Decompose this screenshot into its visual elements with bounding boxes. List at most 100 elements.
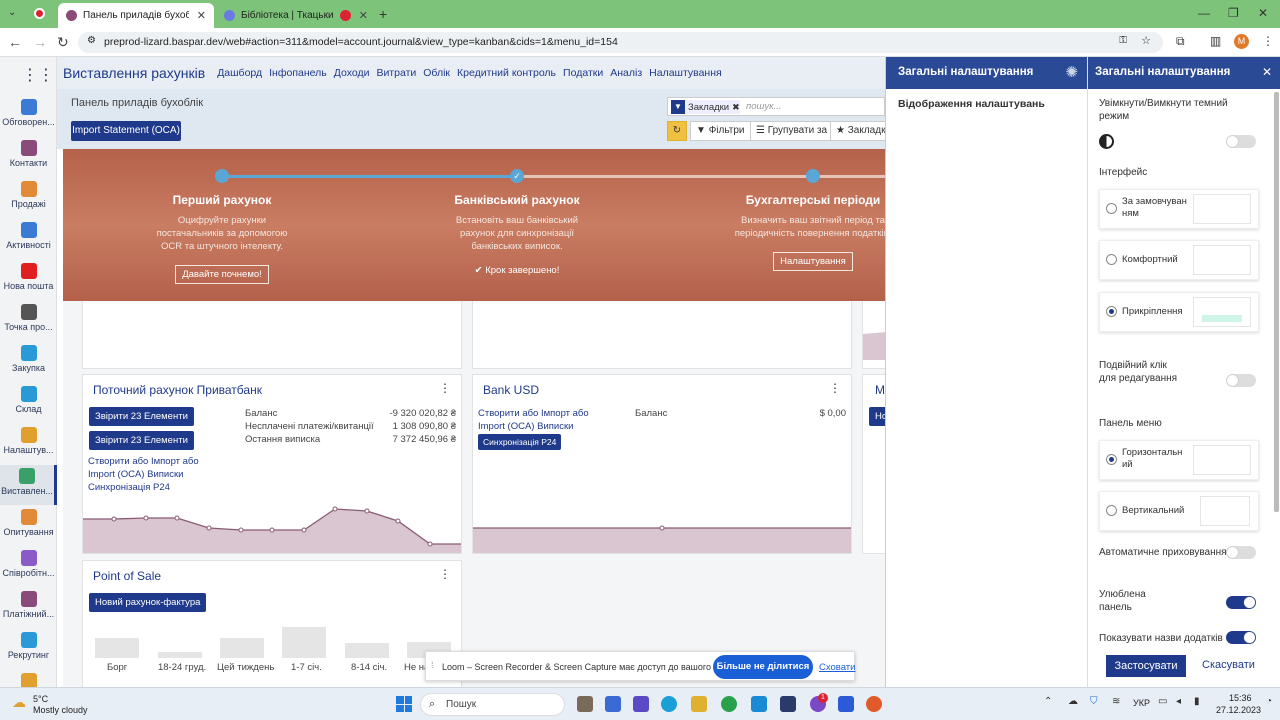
cancel-button[interactable]: Скасувати: [1202, 659, 1255, 671]
new-invoice-button[interactable]: Новий рахунок-фактура: [89, 593, 207, 612]
new-button[interactable]: Но: [869, 407, 885, 426]
recording-icon[interactable]: [34, 8, 45, 19]
nav-taxes[interactable]: Податки: [563, 67, 603, 79]
shield-icon[interactable]: ⛉: [1090, 696, 1098, 707]
close-window-icon[interactable]: ✕: [1258, 6, 1268, 20]
forward-icon[interactable]: →: [33, 34, 47, 50]
nav-credit-control[interactable]: Кредитний контроль: [457, 67, 556, 79]
autohide-toggle[interactable]: [1226, 546, 1256, 559]
card-menu-icon[interactable]: ⋮: [439, 567, 451, 581]
tray-expand-icon[interactable]: ⌃: [1044, 696, 1052, 707]
wifi-icon[interactable]: ≋: [1112, 696, 1120, 707]
apps-grid-icon[interactable]: ⋮⋮: [22, 65, 54, 85]
menu-radio-vertical[interactable]: [1106, 505, 1117, 516]
close-icon[interactable]: ✕: [1262, 65, 1272, 79]
create-or-import-link[interactable]: Створити або Імпорт або: [478, 408, 589, 419]
sync-p24-button[interactable]: Синхронізація Р24: [478, 434, 562, 450]
interface-radio-attached[interactable]: [1106, 306, 1117, 317]
sidebar-app-item[interactable]: Контакти: [0, 137, 57, 177]
key-icon[interactable]: ⚿: [1119, 35, 1127, 46]
nav-analysis[interactable]: Аналіз: [610, 67, 642, 79]
sidebar-app-item[interactable]: Закупка: [0, 342, 57, 382]
import-oca-link[interactable]: Import (OCA) Виписки: [478, 421, 573, 432]
network-icon[interactable]: ▭: [1158, 696, 1167, 707]
sidebar-app-item[interactable]: Активності: [0, 219, 57, 259]
cloud-icon[interactable]: ☁: [1068, 696, 1078, 707]
sync-p24-link[interactable]: Синхронізація Р24: [88, 482, 170, 493]
dblclick-toggle[interactable]: [1226, 374, 1256, 387]
sidebar-app-item[interactable]: Співробітн...: [0, 547, 57, 587]
reload-icon[interactable]: ↻: [57, 34, 69, 51]
close-tab-icon[interactable]: ✕: [359, 9, 368, 22]
sidebar-app-item[interactable]: Продажі: [0, 178, 57, 218]
folder-icon[interactable]: [605, 696, 621, 712]
vpn-icon[interactable]: [838, 696, 854, 712]
card-menu-icon[interactable]: ⋮: [439, 381, 451, 395]
show-app-names-toggle[interactable]: [1226, 631, 1256, 644]
restore-icon[interactable]: ❐: [1228, 6, 1239, 20]
new-tab-icon[interactable]: +: [379, 6, 387, 22]
nav-income[interactable]: Доходи: [334, 67, 370, 79]
language-indicator[interactable]: УКР: [1133, 698, 1150, 708]
nav-infopanel[interactable]: Інфопанель: [269, 67, 327, 79]
dark-mode-toggle[interactable]: [1226, 135, 1256, 148]
interface-radio-default[interactable]: [1106, 203, 1117, 214]
sidebar-app-item[interactable]: Обговорен...: [0, 96, 57, 136]
battery-icon[interactable]: ▮: [1194, 696, 1200, 707]
sidepanel-icon[interactable]: ▥: [1210, 34, 1221, 48]
clock-time[interactable]: 15:36: [1229, 693, 1252, 703]
nav-settings[interactable]: Налаштування: [649, 67, 722, 79]
import-statement-button[interactable]: Import Statement (OCA): [71, 121, 181, 141]
tab-dashboard[interactable]: Панель приладів бухоблік · I ✕: [58, 3, 214, 28]
windows-start-icon[interactable]: [396, 696, 412, 712]
lets-start-button[interactable]: Давайте почнемо!: [175, 265, 269, 284]
chrome-canary-icon[interactable]: [866, 696, 882, 712]
volume-icon[interactable]: ◂: [1176, 696, 1181, 707]
card-title[interactable]: Поточний рахунок Приватбанк: [93, 383, 262, 397]
gear-icon[interactable]: ✺: [1065, 63, 1078, 81]
bookmark-star-icon[interactable]: ☆: [1141, 34, 1151, 47]
chrome-icon[interactable]: [721, 696, 737, 712]
apply-button[interactable]: Застосувати: [1106, 655, 1186, 677]
menu-radio-horizontal[interactable]: [1106, 454, 1117, 465]
hide-notification-link[interactable]: Сховати: [819, 662, 855, 673]
sidebar-app-item[interactable]: Нова пошта: [0, 260, 57, 300]
sidebar-app-item[interactable]: Точка про...: [0, 301, 57, 341]
menu-option-horizontal[interactable]: Горизонтальн ий: [1099, 440, 1259, 480]
card-title[interactable]: Bank USD: [483, 383, 539, 397]
interface-option-default[interactable]: За замовчуван ням: [1099, 189, 1259, 229]
mail-icon[interactable]: [751, 696, 767, 712]
reconcile-button[interactable]: Звірити 23 Елементи: [89, 407, 194, 426]
favorite-panel-toggle[interactable]: [1226, 596, 1256, 609]
edge-icon[interactable]: [661, 696, 677, 712]
remove-facet-icon[interactable]: ✖: [732, 102, 740, 113]
nav-expenses[interactable]: Витрати: [376, 67, 416, 79]
stop-sharing-button[interactable]: Більше не ділитися: [713, 655, 813, 679]
sidebar-app-item[interactable]: Платіжний...: [0, 588, 57, 628]
sidebar-app-item[interactable]: Склад: [0, 383, 57, 423]
interface-option-attached[interactable]: Прикріплення: [1099, 292, 1259, 332]
profile-avatar[interactable]: M: [1234, 34, 1249, 49]
interface-option-comfort[interactable]: Комфортний: [1099, 240, 1259, 280]
favorites-button[interactable]: ★ Закладк: [830, 121, 885, 141]
extensions-icon[interactable]: ⧉: [1176, 34, 1185, 49]
tab-library[interactable]: Бібліотека | Ткацький вер ✕: [216, 3, 376, 28]
app-title[interactable]: Виставлення рахунків: [63, 65, 205, 81]
reconcile-button-2[interactable]: Звірити 23 Елементи: [89, 431, 194, 450]
sidebar-app-item[interactable]: Рекрутинг: [0, 629, 57, 669]
url-field[interactable]: ⚙ preprod-lizard.baspar.dev/web#action=3…: [78, 32, 1163, 53]
drag-handle-icon[interactable]: ⁞: [431, 660, 434, 670]
task-view-icon[interactable]: [577, 696, 593, 712]
menu-kebab-icon[interactable]: ⋮: [1262, 34, 1274, 48]
refresh-button[interactable]: ↻: [667, 121, 687, 141]
settings-nav-item[interactable]: Відображення налаштувань: [898, 98, 1045, 110]
weather-icon[interactable]: ☁: [12, 694, 26, 711]
taskbar-search[interactable]: ⌕ Пошук: [420, 693, 565, 716]
search-facet[interactable]: ▼ Закладки ✖: [671, 100, 740, 114]
back-icon[interactable]: ←: [8, 34, 22, 50]
tab-list-icon[interactable]: ⌄: [8, 7, 16, 18]
interface-radio-comfort[interactable]: [1106, 254, 1117, 265]
notifications-icon[interactable]: ◔: [1266, 696, 1272, 707]
configure-periods-button[interactable]: Налаштування: [773, 252, 853, 271]
file-explorer-icon[interactable]: [691, 696, 707, 712]
